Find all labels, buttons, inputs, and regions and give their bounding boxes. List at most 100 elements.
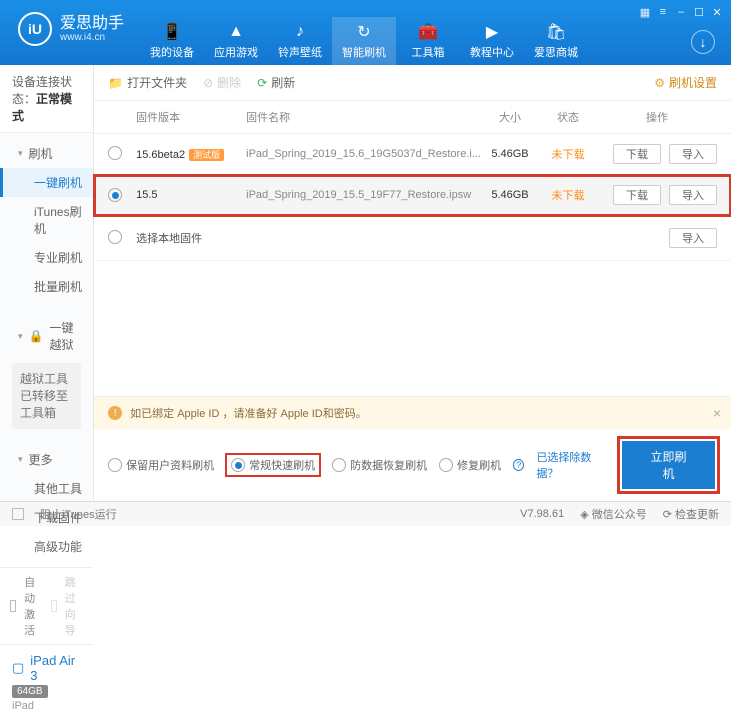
nav-1[interactable]: ▲ 应用游戏 [204, 17, 268, 65]
row-status-0: 未下载 [539, 146, 597, 162]
block-itunes-checkbox[interactable] [12, 508, 24, 520]
import-button-1[interactable]: 导入 [669, 185, 717, 205]
opt-repair[interactable]: 修复刷机 [439, 457, 501, 473]
row-radio-0[interactable] [108, 146, 122, 160]
col-version: 固件版本 [136, 109, 246, 125]
info-icon[interactable]: ? [513, 459, 524, 471]
table-header: 固件版本 固件名称 大小 状态 操作 [94, 101, 731, 134]
device-status: 设备连接状态：正常模式 [0, 65, 93, 133]
refresh-button[interactable]: ⟳刷新 [257, 74, 295, 91]
sidebar: 设备连接状态：正常模式 ▾刷机一键刷机iTunes刷机专业刷机批量刷机 ▾🔒 一键… [0, 65, 94, 501]
auto-activate-checkbox[interactable] [10, 600, 16, 612]
skip-guide-label: 跳过向导 [65, 574, 83, 638]
col-status: 状态 [539, 109, 597, 125]
nav-4[interactable]: 🧰 工具箱 [396, 17, 460, 65]
open-folder-button[interactable]: 📁打开文件夹 [108, 74, 187, 91]
nav-icon-3: ↻ [355, 23, 373, 41]
nav-label-0: 我的设备 [150, 44, 194, 60]
nav-label-4: 工具箱 [412, 44, 445, 60]
nav-icon-6: 🛍 [547, 23, 565, 41]
close-icon[interactable]: ✕ [709, 4, 725, 20]
flash-settings-button[interactable]: ⚙刷机设置 [654, 74, 717, 91]
side-item-2-0[interactable]: 其他工具 [0, 474, 93, 503]
flash-options: 保留用户资料刷机 常规快速刷机 防数据恢复刷机 修复刷机 ? 已选择除数据？ 立… [94, 429, 731, 501]
warning-icon: ! [108, 406, 122, 420]
row-size-1: 5.46GB [481, 189, 539, 201]
toolbar: 📁打开文件夹 ⊘删除 ⟳刷新 ⚙刷机设置 [94, 65, 731, 101]
nav-icon-4: 🧰 [419, 23, 437, 41]
nav-5[interactable]: ▶ 教程中心 [460, 17, 524, 65]
nav-label-6: 爱思商城 [534, 44, 578, 60]
firmware-row-1[interactable]: 15.5 iPad_Spring_2019_15.5_19F77_Restore… [94, 175, 731, 216]
nav-3[interactable]: ↻ 智能刷机 [332, 17, 396, 65]
col-ops: 操作 [597, 109, 717, 125]
device-block[interactable]: ▢ iPad Air 3 64GB iPad [0, 644, 93, 720]
row-status-1: 未下载 [539, 187, 597, 203]
side-head-0[interactable]: ▾刷机 [0, 139, 93, 168]
nav-label-5: 教程中心 [470, 44, 514, 60]
exclude-data-link[interactable]: 已选择除数据？ [536, 449, 608, 481]
side-item-2-2[interactable]: 高级功能 [0, 532, 93, 561]
opt-anti-recovery[interactable]: 防数据恢复刷机 [332, 457, 427, 473]
side-head-1[interactable]: ▾🔒 一键越狱 [0, 313, 93, 359]
local-firmware-row[interactable]: 选择本地固件 导入 [94, 216, 731, 261]
side-item-0-3[interactable]: 批量刷机 [0, 272, 93, 301]
device-icon: ▢ [12, 660, 24, 676]
skip-guide-checkbox[interactable] [51, 600, 57, 612]
download-circle-icon[interactable]: ↓ [691, 30, 715, 54]
side-head-2[interactable]: ▾更多 [0, 445, 93, 474]
auto-activate-label: 自动激活 [24, 574, 42, 638]
maximize-icon[interactable]: ☐ [691, 4, 707, 20]
nav-2[interactable]: ♪ 铃声壁纸 [268, 17, 332, 65]
brand-url: www.i4.cn [60, 32, 124, 43]
warning-close-icon[interactable]: × [713, 405, 721, 421]
brand-name: 爱思助手 [60, 15, 124, 33]
nav-icon-2: ♪ [291, 23, 309, 41]
row-size-0: 5.46GB [481, 148, 539, 160]
row-name-1: iPad_Spring_2019_15.5_19F77_Restore.ipsw [246, 189, 481, 201]
local-import-button[interactable]: 导入 [669, 228, 717, 248]
nav-icon-0: 📱 [163, 23, 181, 41]
nav-label-2: 铃声壁纸 [278, 44, 322, 60]
side-item-0-1[interactable]: iTunes刷机 [0, 197, 93, 243]
side-item-0-0[interactable]: 一键刷机 [0, 168, 93, 197]
opt-keep-data[interactable]: 保留用户资料刷机 [108, 457, 214, 473]
nav-0[interactable]: 📱 我的设备 [140, 17, 204, 65]
import-button-0[interactable]: 导入 [669, 144, 717, 164]
row-radio-1[interactable] [108, 188, 122, 202]
nav-6[interactable]: 🛍 爱思商城 [524, 17, 588, 65]
sidebar-options: 自动激活 跳过向导 [0, 567, 93, 644]
col-size: 大小 [481, 109, 539, 125]
download-button-0[interactable]: 下载 [613, 144, 661, 164]
side-item-0-2[interactable]: 专业刷机 [0, 243, 93, 272]
download-button-1[interactable]: 下载 [613, 185, 661, 205]
warning-bar: ! 如已绑定 Apple ID ，请准备好 Apple ID和密码。 × [94, 397, 731, 429]
row-version-1: 15.5 [136, 189, 246, 201]
local-radio[interactable] [108, 230, 122, 244]
col-name: 固件名称 [246, 109, 481, 125]
block-itunes-label: 阻止iTunes运行 [40, 506, 117, 522]
warning-text: 如已绑定 Apple ID ，请准备好 Apple ID和密码。 [130, 405, 367, 421]
delete-button: ⊘删除 [203, 74, 241, 91]
firmware-row-0[interactable]: 15.6beta2测试版 iPad_Spring_2019_15.6_19G50… [94, 134, 731, 175]
check-update-link[interactable]: ⟳ 检查更新 [663, 506, 719, 522]
footer: 阻止iTunes运行 V7.98.61 ◈ 微信公众号 ⟳ 检查更新 [0, 501, 731, 526]
side-item-1-0: 越狱工具已转移至工具箱 [12, 363, 81, 429]
device-storage: 64GB [12, 685, 48, 698]
nav-label-3: 智能刷机 [342, 44, 386, 60]
brand-block: iU 爱思助手 www.i4.cn [18, 12, 124, 46]
top-nav: 📱 我的设备 ▲ 应用游戏 ♪ 铃声壁纸 ↻ 智能刷机 🧰 工具箱 ▶ 教程中心 🛍 爱思商城 [140, 17, 681, 65]
device-type: iPad [12, 700, 34, 712]
device-name: iPad Air 3 [30, 653, 81, 683]
row-version-0: 15.6beta2测试版 [136, 148, 246, 161]
version-label: V7.98.61 [520, 508, 564, 520]
wechat-link[interactable]: ◈ 微信公众号 [580, 506, 647, 522]
flash-now-button[interactable]: 立即刷机 [622, 441, 715, 489]
nav-icon-5: ▶ [483, 23, 501, 41]
nav-icon-1: ▲ [227, 23, 245, 41]
row-name-0: iPad_Spring_2019_15.6_19G5037d_Restore.i… [246, 148, 481, 160]
logo-icon: iU [18, 12, 52, 46]
local-label: 选择本地固件 [136, 230, 597, 246]
nav-label-1: 应用游戏 [214, 44, 258, 60]
opt-normal-flash[interactable]: 常规快速刷机 [226, 454, 320, 476]
